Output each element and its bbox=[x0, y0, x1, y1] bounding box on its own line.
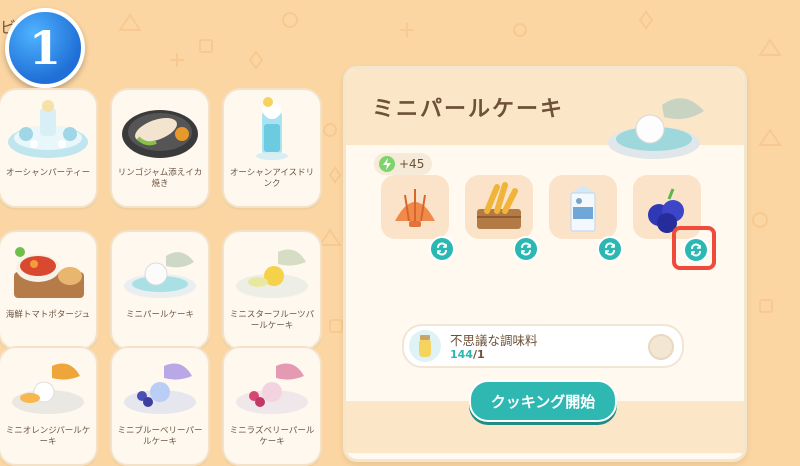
tomato-potage-image bbox=[14, 247, 84, 298]
recipe-card-grilled-squid[interactable]: リンゴジャム添えイカ焼き bbox=[110, 88, 210, 208]
grilled-squid-image bbox=[122, 110, 198, 158]
swap-ingredient-button[interactable] bbox=[597, 236, 623, 262]
recipe-card-mini-raspberry-pearl-cake[interactable]: ミニラズベリーパールケーキ bbox=[222, 346, 322, 466]
refresh-icon bbox=[437, 242, 447, 256]
recipe-card-mini-starfruit-pearl-cake[interactable]: ミニスターフルーツパールケーキ bbox=[222, 230, 322, 350]
recipe-name: ミニオレンジパールケーキ bbox=[5, 426, 91, 447]
seasoning-have: 144 bbox=[450, 348, 473, 361]
ingredient-slot-milk[interactable] bbox=[549, 175, 617, 239]
milk-carton-icon bbox=[570, 185, 596, 232]
pearl-cake-dish-image bbox=[608, 98, 704, 159]
ingredient-slot-wheat[interactable] bbox=[465, 175, 533, 239]
recipe-name: リンゴジャム添えイカ焼き bbox=[117, 168, 203, 189]
recipe-card-seafood-tomato-potage[interactable]: 海鮮トマトポタージュ bbox=[0, 230, 98, 350]
scallop-icon bbox=[395, 189, 435, 227]
lightning-icon bbox=[379, 156, 395, 172]
ocean-party-image bbox=[8, 100, 88, 158]
starfruit-pearl-cake-image bbox=[236, 249, 308, 298]
detail-title: ミニパールケーキ bbox=[372, 97, 565, 122]
blueberry-pearl-cake-image bbox=[124, 363, 196, 414]
recipe-name: オーシャンアイスドリンク bbox=[229, 168, 315, 189]
recipe-name: 海鮮トマトポタージュ bbox=[5, 310, 91, 320]
recipe-name: ミニラズベリーパールケーキ bbox=[229, 426, 315, 447]
mini-pearl-cake-image bbox=[124, 252, 196, 298]
recipe-name: ミニパールケーキ bbox=[125, 310, 194, 320]
swap-ingredient-button[interactable] bbox=[513, 236, 539, 262]
refresh-icon bbox=[605, 242, 615, 256]
ingredient-slot-scallop[interactable] bbox=[381, 175, 449, 239]
start-cooking-button[interactable]: クッキング開始 bbox=[469, 380, 617, 422]
recipe-card-ocean-party[interactable]: オーシャンパーティー bbox=[0, 88, 98, 208]
step-number-badge: 1 bbox=[5, 8, 85, 88]
recipe-card-mini-blueberry-pearl-cake[interactable]: ミニブルーベリーパールケーキ bbox=[110, 346, 210, 466]
recipe-card-ocean-ice-drink[interactable]: オーシャンアイスドリンク bbox=[222, 88, 322, 208]
swap-ingredient-button[interactable] bbox=[429, 236, 455, 262]
energy-badge: +45 bbox=[374, 153, 433, 175]
orange-pearl-cake-image bbox=[12, 363, 84, 414]
raspberry-pearl-cake-image bbox=[236, 363, 308, 414]
energy-value: +45 bbox=[399, 157, 425, 171]
seasoning-jar-icon bbox=[409, 330, 441, 362]
recipe-card-mini-orange-pearl-cake[interactable]: ミニオレンジパールケーキ bbox=[0, 346, 98, 466]
tutorial-highlight-box bbox=[672, 226, 716, 270]
seasoning-need: /1 bbox=[472, 348, 485, 361]
seasoning-row[interactable]: 不思議な調味料 144/1 bbox=[402, 324, 684, 368]
wheat-crate-icon bbox=[477, 182, 521, 229]
recipe-name: ミニスターフルーツパールケーキ bbox=[229, 310, 315, 331]
recipe-name: ミニブルーベリーパールケーキ bbox=[117, 426, 203, 447]
seasoning-count: 144/1 bbox=[450, 348, 485, 361]
recipe-card-mini-pearl-cake[interactable]: ミニパールケーキ bbox=[110, 230, 210, 350]
seasoning-name: 不思議な調味料 bbox=[450, 333, 538, 348]
ocean-ice-drink-image bbox=[256, 97, 288, 160]
seasoning-toggle[interactable] bbox=[648, 334, 674, 360]
recipe-name: オーシャンパーティー bbox=[5, 168, 91, 178]
refresh-icon bbox=[521, 242, 531, 256]
